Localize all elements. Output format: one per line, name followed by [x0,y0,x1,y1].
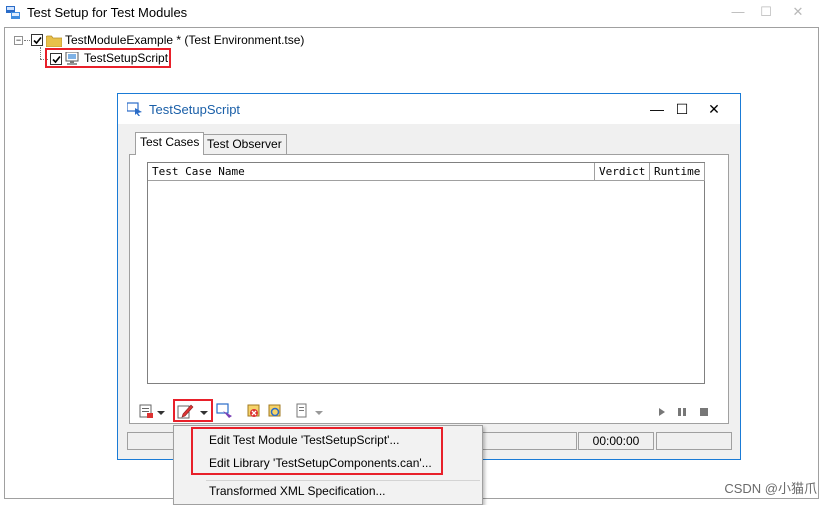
menu-separator [206,480,480,481]
highlight-box [191,427,443,475]
dialog-minimize-button[interactable]: — [645,99,669,119]
tab-test-cases[interactable]: Test Cases [135,132,205,155]
test-cases-panel: Test Case Name Verdict Runtime [129,154,729,424]
status-extra [656,432,732,450]
dialog-script-icon [126,102,143,119]
tab-test-observer[interactable]: Test Observer [202,134,287,154]
test-setup-icon [6,6,20,19]
save-report-icon[interactable] [138,403,154,421]
tree-item-test-module-example[interactable]: TestModuleExample * (Test Environment.ts… [65,32,304,48]
window-title: Test Setup for Test Modules [27,5,188,20]
play-icon[interactable] [657,406,667,424]
watermark: CSDN @小猫爪 [724,481,817,496]
menu-item-transformed-xml[interactable]: Transformed XML Specification... [209,482,386,500]
dialog-maximize-button[interactable]: ☐ [670,99,694,119]
tree-line [24,40,30,41]
outer-titlebar: Test Setup for Test Modules — ☐ ✕ [0,0,823,26]
configure-icon[interactable] [216,403,234,421]
tree-line [40,47,41,59]
dialog-close-button[interactable]: ✕ [702,99,726,119]
dialog-titlebar: TestSetupScript — ☐ ✕ [118,94,740,124]
dialog-title: TestSetupScript [149,102,241,117]
column-header-runtime[interactable]: Runtime [650,163,705,181]
document-icon[interactable] [295,403,309,421]
column-header-verdict[interactable]: Verdict [595,163,650,181]
maximize-button[interactable]: ☐ [756,3,776,21]
stop-icon[interactable] [246,403,262,421]
tree-expander[interactable]: − [14,36,23,45]
pause-icon[interactable] [677,406,687,424]
refresh-icon[interactable] [267,403,283,421]
status-time: 00:00:00 [578,432,654,450]
chevron-down-icon[interactable] [157,406,165,424]
test-case-list[interactable]: Test Case Name Verdict Runtime [147,162,705,384]
minimize-button[interactable]: — [728,3,748,21]
chevron-down-icon[interactable] [315,406,323,424]
test-setup-script-dialog: TestSetupScript — ☐ ✕ Test Cases Test Ob… [117,93,741,460]
stop-square-icon[interactable] [699,406,709,424]
highlight-box [45,48,171,68]
highlight-box [173,399,213,422]
close-button[interactable]: ✕ [788,3,808,21]
column-header-test-case-name[interactable]: Test Case Name [148,163,595,181]
root-checkbox[interactable] [31,34,43,46]
